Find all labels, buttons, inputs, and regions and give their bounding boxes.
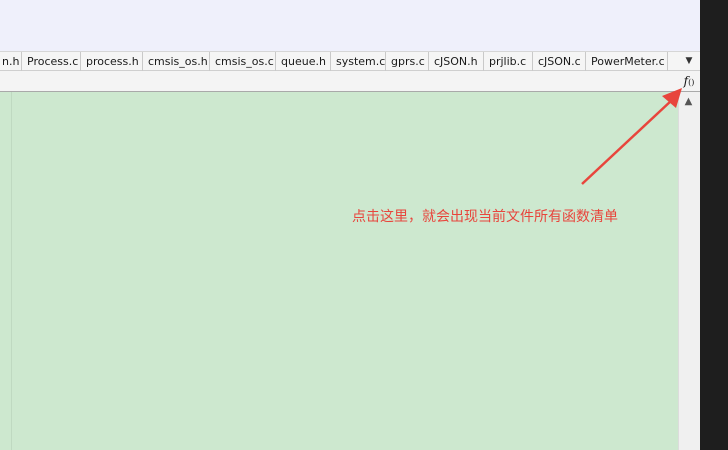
tab-cmsis-os-h[interactable]: cmsis_os.h xyxy=(143,52,210,71)
window-edge xyxy=(700,0,728,450)
tab-cjson-c[interactable]: cJSON.c xyxy=(533,52,586,71)
scroll-up-arrow-icon[interactable]: ▲ xyxy=(679,94,698,110)
tab-system-c[interactable]: system.c xyxy=(331,52,386,71)
function-icon-parens: () xyxy=(688,78,695,87)
annotation-text: 点击这里，就会出现当前文件所有函数清单 xyxy=(352,209,618,225)
editor-gutter xyxy=(0,92,12,450)
function-list-button[interactable]: f() xyxy=(680,71,698,91)
tab-cmsis-os-c[interactable]: cmsis_os.c xyxy=(210,52,276,71)
editor-toolbar: f() xyxy=(0,71,700,92)
code-editor-area[interactable] xyxy=(12,92,678,450)
tab-n-h[interactable]: n.h xyxy=(0,52,22,71)
top-panel xyxy=(0,0,700,51)
tab-queue-h[interactable]: queue.h xyxy=(276,52,331,71)
file-tab-strip: n.h Process.c process.h cmsis_os.h cmsis… xyxy=(0,51,700,71)
tab-cjson-h[interactable]: cJSON.h xyxy=(429,52,484,71)
vertical-scrollbar[interactable]: ▲ xyxy=(678,92,698,450)
tab-powermeter-c[interactable]: PowerMeter.c xyxy=(586,52,668,71)
tab-process-h[interactable]: process.h xyxy=(81,52,143,71)
tab-list-dropdown-icon[interactable]: ▼ xyxy=(680,52,698,71)
tab-process-c[interactable]: Process.c xyxy=(22,52,81,71)
tab-gprs-c[interactable]: gprs.c xyxy=(386,52,429,71)
tab-prjlib-c[interactable]: prjlib.c xyxy=(484,52,533,71)
